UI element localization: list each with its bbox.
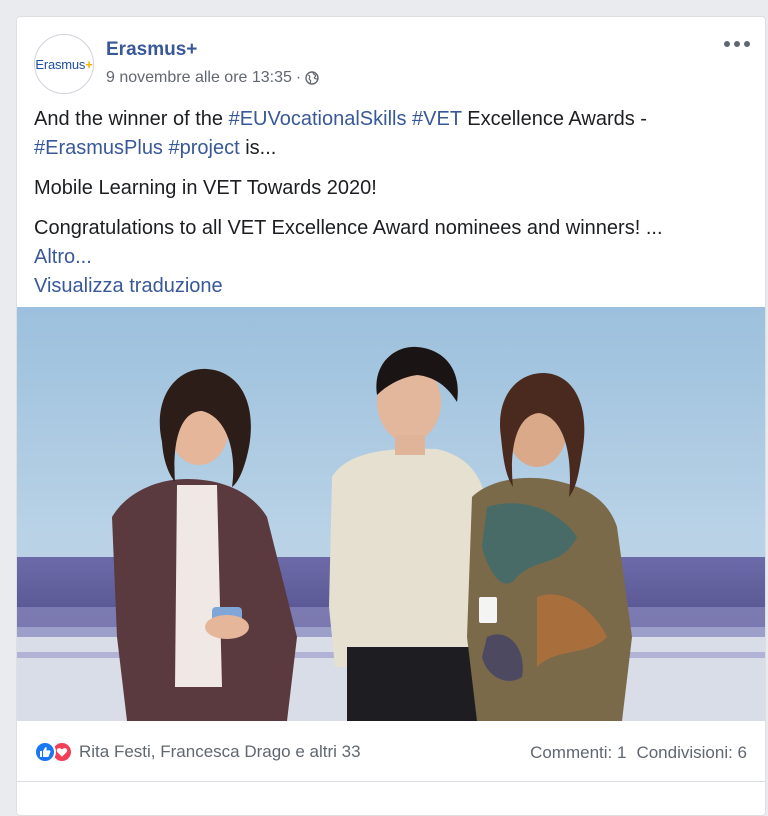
post-header: Erasmus+ Erasmus+ 9 novembre alle ore 13… bbox=[17, 17, 765, 107]
page-name-link[interactable]: Erasmus+ bbox=[106, 39, 197, 61]
text-segment: is... bbox=[239, 137, 277, 159]
hashtag-link[interactable]: #ErasmusPlus bbox=[34, 137, 163, 159]
text-segment: Excellence Awards - bbox=[461, 108, 647, 130]
post-paragraph-2: Mobile Learning in VET Towards 2020! bbox=[34, 177, 377, 199]
shares-count-link[interactable]: Condivisioni: 6 bbox=[636, 743, 747, 763]
avatar-logo: Erasmus+ bbox=[35, 56, 93, 72]
hashtag-link[interactable]: #project bbox=[169, 137, 240, 159]
post-photo[interactable] bbox=[17, 307, 765, 721]
hashtag-link[interactable]: #EUVocationalSkills bbox=[229, 108, 407, 130]
see-translation-link[interactable]: Visualizza traduzione bbox=[34, 275, 223, 297]
comments-count-link[interactable]: Commenti: 1 bbox=[530, 743, 626, 763]
avatar[interactable]: Erasmus+ bbox=[34, 34, 94, 94]
meta-separator: · bbox=[295, 69, 302, 86]
post-text: And the winner of the #EUVocationalSkill… bbox=[34, 105, 754, 301]
post-paragraph-3: Congratulations to all VET Excellence Aw… bbox=[34, 214, 754, 301]
like-icon bbox=[34, 741, 56, 763]
reactions-summary[interactable]: Rita Festi, Francesca Drago e altri 33 bbox=[34, 741, 361, 763]
post-timestamp[interactable]: 9 novembre alle ore 13:35 bbox=[106, 69, 292, 87]
post-paragraph-1: And the winner of the #EUVocationalSkill… bbox=[34, 105, 754, 163]
text-segment: Congratulations to all VET Excellence Aw… bbox=[34, 217, 663, 239]
more-dots-icon[interactable] bbox=[723, 35, 751, 53]
post-stats: Commenti: 1 Condivisioni: 6 bbox=[530, 743, 747, 763]
hashtag-link[interactable]: #VET bbox=[412, 108, 462, 130]
post-footer: Rita Festi, Francesca Drago e altri 33 C… bbox=[17, 721, 765, 782]
text-segment: And the winner of the bbox=[34, 108, 229, 130]
globe-icon[interactable] bbox=[305, 71, 319, 85]
see-more-link[interactable]: Altro... bbox=[34, 246, 92, 268]
post-meta: 9 novembre alle ore 13:35 · bbox=[106, 69, 319, 87]
post-card: Erasmus+ Erasmus+ 9 novembre alle ore 13… bbox=[16, 16, 766, 816]
reaction-names[interactable]: Rita Festi, Francesca Drago e altri 33 bbox=[79, 742, 361, 762]
